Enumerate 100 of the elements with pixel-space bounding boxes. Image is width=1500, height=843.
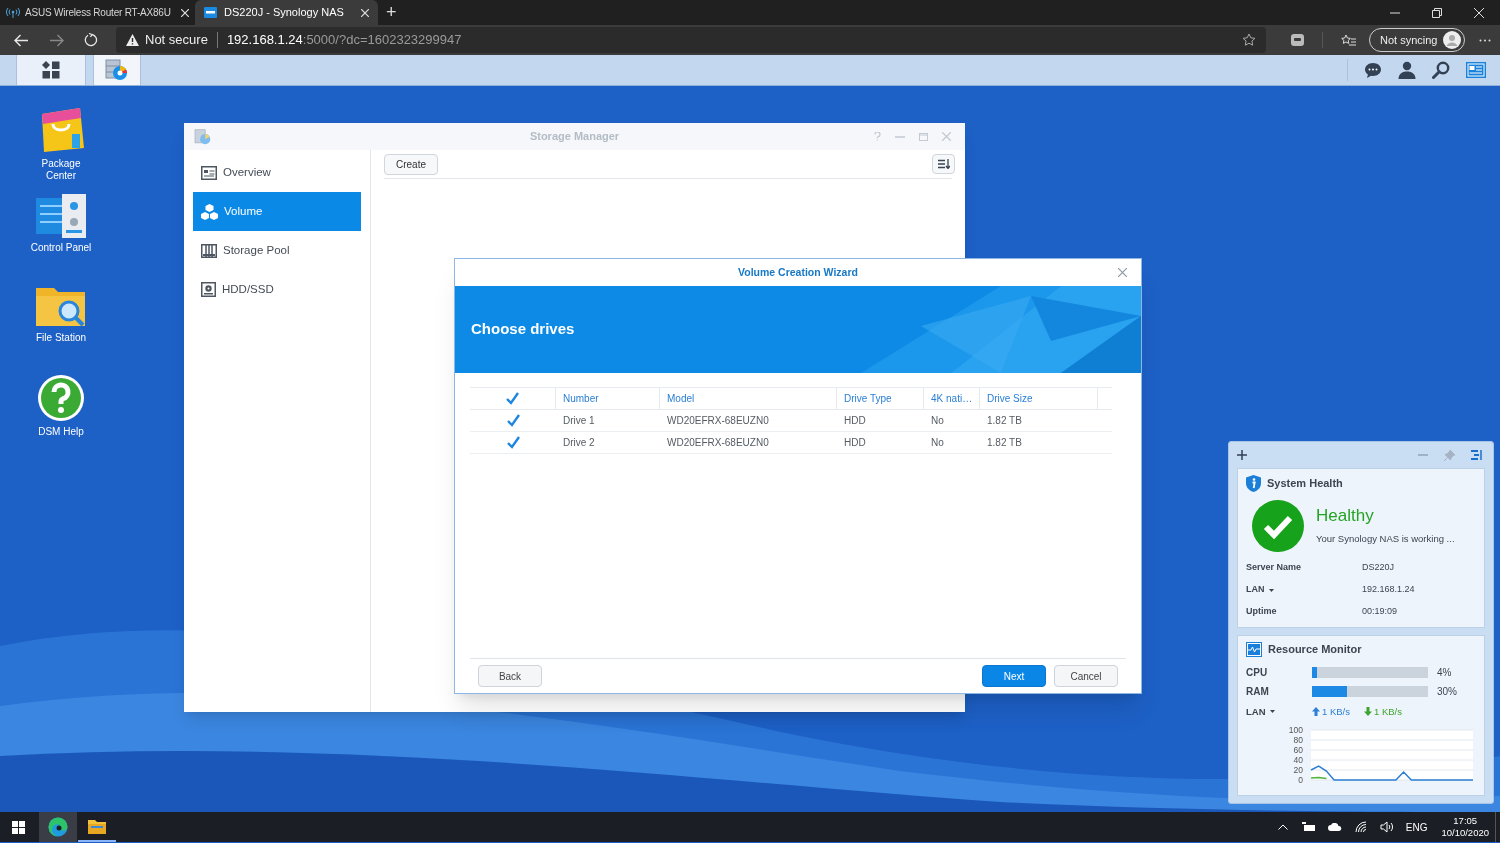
column-header[interactable]: Number [556, 388, 660, 409]
create-button[interactable]: Create [384, 153, 438, 175]
table-cell-text: Drive 2 [562, 436, 596, 450]
app-icon [194, 128, 212, 145]
sort-icon [937, 159, 950, 169]
pulse-icon [1246, 641, 1262, 657]
sidebar-item[interactable]: Volume [193, 192, 361, 231]
more-icon[interactable] [1479, 38, 1492, 42]
cubes-icon [201, 203, 218, 220]
clock[interactable]: 17:05 10/10/2020 [1441, 815, 1489, 839]
sidebar-item[interactable]: HDD/SSD [193, 270, 361, 309]
address-field[interactable]: Not secure 192.168.1.24:5000/?dc=1602323299947 [116, 27, 1266, 53]
meter-label: RAM [1246, 684, 1270, 699]
sort-button[interactable] [932, 154, 955, 174]
table-cell-text: HDD [843, 436, 867, 450]
favorites-icon[interactable] [1341, 33, 1356, 47]
row-label[interactable]: LAN [1246, 704, 1312, 719]
check-circle-icon [1252, 500, 1304, 552]
row-value: 00:19:09 [1362, 605, 1398, 619]
main-menu-button[interactable] [16, 55, 86, 85]
tick-label: 80 [1293, 734, 1303, 745]
chevron-up-icon[interactable] [1277, 824, 1288, 830]
avatar-icon [1443, 31, 1462, 49]
clock-date: 10/10/2020 [1441, 827, 1489, 839]
step-heading: Choose drives [471, 319, 575, 340]
icon-label[interactable]: Package Center [28, 158, 94, 182]
windows-start-icon[interactable] [12, 820, 25, 834]
add-icon[interactable] [1237, 450, 1247, 460]
tick-label: 100 [1288, 724, 1303, 735]
chat-icon[interactable] [1364, 61, 1382, 79]
extension-icon[interactable] [1291, 34, 1304, 46]
caret-icon [1269, 710, 1275, 714]
collapse-icon[interactable] [1471, 450, 1482, 460]
language-indicator[interactable]: ENG [1405, 819, 1428, 835]
sidebar-item[interactable]: Overview [193, 153, 361, 192]
browser-swirl-icon [48, 817, 68, 837]
storage-manager-icon [105, 59, 129, 81]
table-cell-text: HDD [843, 414, 867, 428]
dialog-button[interactable]: Next [982, 665, 1046, 687]
card-title: System Health [1267, 476, 1343, 492]
new-tab-button[interactable]: + [378, 3, 405, 25]
grid-icon [42, 61, 60, 79]
security-label: Not secure [145, 31, 208, 50]
antenna-icon [6, 7, 20, 18]
checkbox[interactable] [506, 392, 519, 405]
tick-label: 40 [1293, 754, 1303, 765]
column-header[interactable]: Model [660, 388, 837, 409]
sidebar-item[interactable]: Storage Pool [193, 231, 361, 270]
row-value: 192.168.1.24 [1362, 583, 1415, 597]
widgets-icon[interactable] [1466, 62, 1486, 78]
cloud-icon[interactable] [1327, 823, 1342, 831]
download-arrow-icon [1364, 707, 1372, 717]
storage-pool-icon [201, 243, 217, 258]
info-shield-icon [1246, 475, 1261, 492]
column-header[interactable]: Drive Type [837, 388, 924, 409]
checkbox[interactable] [506, 436, 520, 449]
help-icon [37, 374, 85, 422]
restore-icon[interactable] [1432, 7, 1442, 18]
row-value: DS220J [1362, 561, 1395, 575]
row-label: Uptime [1246, 605, 1278, 619]
health-status: Healthy [1316, 505, 1375, 528]
card-title: Resource Monitor [1268, 642, 1362, 657]
wifi-icon[interactable] [1354, 821, 1367, 833]
back-icon[interactable] [14, 33, 29, 47]
column-header[interactable]: Drive Size [980, 388, 1098, 409]
favicon-icon [204, 7, 217, 18]
caret-icon [1268, 588, 1274, 592]
dialog-title: Volume Creation Wizard [738, 264, 858, 280]
checkbox[interactable] [506, 414, 520, 427]
clock-time: 17:05 [1453, 815, 1478, 827]
table-cell-text: No [930, 414, 945, 428]
row-label[interactable]: LAN [1246, 583, 1362, 597]
browser-tab[interactable]: DS220J - Synology NAS [195, 0, 378, 25]
volume-icon[interactable] [1379, 821, 1394, 833]
control-panel-icon [35, 194, 87, 238]
meter-label: CPU [1246, 665, 1269, 680]
taskbar-app-button[interactable] [39, 812, 77, 842]
forward-icon[interactable] [49, 33, 64, 47]
icon-label[interactable]: Control Panel [28, 242, 94, 254]
device-icon[interactable] [1301, 822, 1315, 832]
table-cell-text: WD20EFRX-68EUZN0 [666, 414, 770, 428]
table-cell-text: WD20EFRX-68EUZN0 [666, 436, 770, 450]
table-cell-text: 1.82 TB [986, 436, 1023, 450]
search-icon[interactable] [1432, 61, 1450, 79]
icon-label[interactable]: DSM Help [28, 426, 94, 438]
refresh-icon[interactable] [84, 33, 98, 47]
warning-icon [126, 34, 139, 46]
health-message: Your Synology NAS is working ... [1316, 532, 1455, 547]
browser-tab[interactable]: ASUS Wireless Router RT-AX86U [0, 0, 195, 25]
meter-reading: 30% [1437, 684, 1457, 699]
row-label: Server Name [1246, 561, 1303, 575]
favorite-star-icon[interactable] [1242, 33, 1256, 47]
dialog-button[interactable]: Back [478, 665, 542, 687]
dialog-button[interactable]: Cancel [1054, 665, 1118, 687]
upload-rate: 1 KB/s [1322, 704, 1350, 719]
icon-label[interactable]: File Station [28, 332, 94, 344]
column-header[interactable]: 4K nati… [924, 388, 980, 409]
user-icon[interactable] [1398, 61, 1416, 79]
meter-reading: 4% [1437, 665, 1452, 680]
window-title: Storage Manager [528, 129, 621, 145]
